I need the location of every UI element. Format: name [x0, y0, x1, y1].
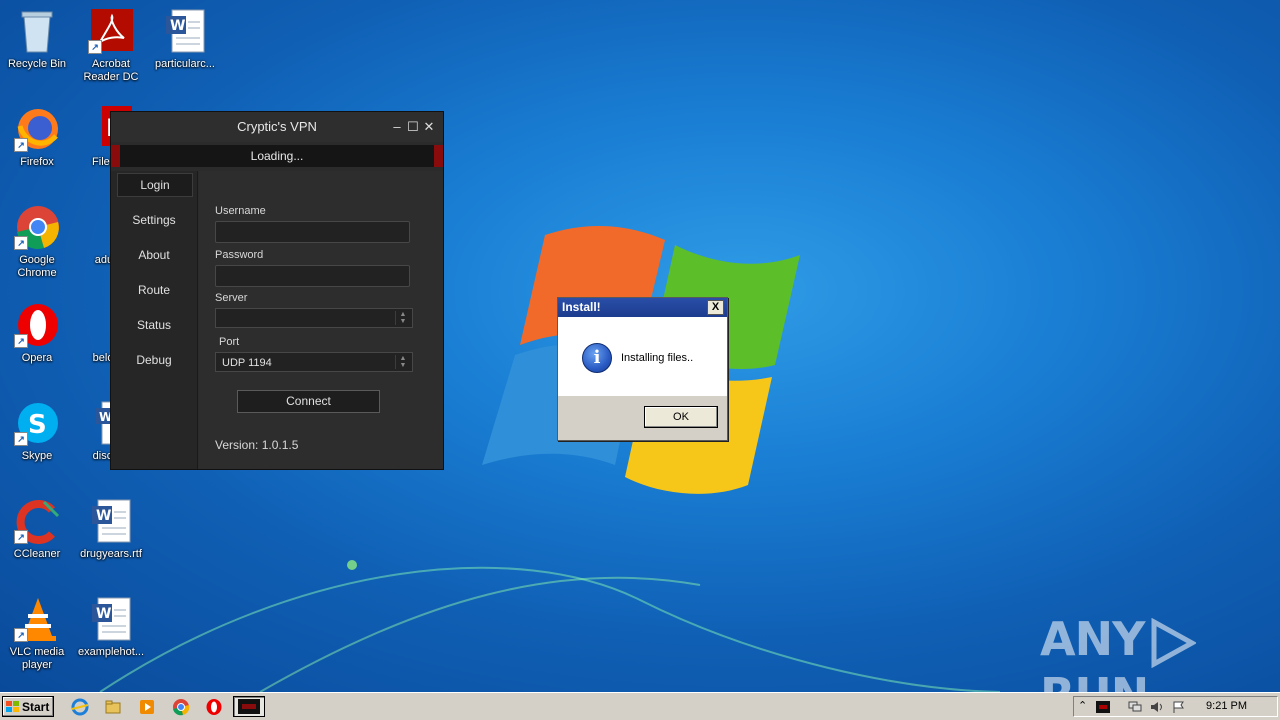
nav-status[interactable]: Status — [117, 314, 191, 336]
minimize-icon[interactable]: – — [389, 112, 405, 142]
system-tray: ⌃ 9:21 PM — [1073, 696, 1278, 717]
dialog-message: Installing files.. — [621, 352, 694, 364]
connect-button[interactable]: Connect — [237, 390, 380, 413]
ccleaner-icon: ↗ — [14, 498, 60, 544]
chrome-taskbar-icon[interactable] — [172, 698, 190, 716]
vpn-sidebar: Login Settings About Route Status Debug — [111, 171, 198, 469]
show-hidden-icons[interactable]: ⌃ — [1078, 699, 1087, 712]
acrobat-icon: ↗ — [88, 8, 134, 54]
desktop-icon-doc-examplehot[interactable]: W examplehot... — [74, 596, 148, 659]
play-logo-icon — [1151, 617, 1197, 668]
vpn-app-icon — [238, 699, 260, 714]
skype-icon: S ↗ — [14, 400, 60, 446]
volume-icon[interactable] — [1150, 701, 1164, 713]
close-icon[interactable]: ✕ — [421, 112, 437, 142]
loading-status: Loading... — [250, 149, 304, 163]
port-select[interactable]: UDP 1194 ▲ ▼ — [215, 352, 413, 372]
desktop-icon-firefox[interactable]: ↗ Firefox — [0, 106, 74, 169]
loading-bar: Loading... — [111, 145, 443, 167]
vpn-login-panel: Username Password Server ▲ ▼ Port UDP 119… — [199, 171, 443, 469]
spinner-icon: ▲ ▼ — [395, 355, 410, 369]
window-controls: – ☐ ✕ — [389, 112, 437, 142]
vpn-window: Cryptic's VPN – ☐ ✕ Loading... Login Setti… — [110, 111, 444, 470]
word-doc-icon: W — [162, 8, 208, 54]
opera-taskbar-icon[interactable] — [205, 698, 223, 716]
start-button[interactable]: Start — [2, 696, 54, 717]
desktop-icon-recycle-bin[interactable]: Recycle Bin — [0, 8, 74, 71]
svg-text:W: W — [96, 508, 111, 524]
server-label: Server — [215, 292, 248, 304]
action-center-flag-icon[interactable] — [1172, 701, 1186, 713]
taskbar-vpn-window[interactable] — [233, 696, 265, 717]
network-icon[interactable] — [1128, 701, 1142, 713]
desktop-icon-chrome[interactable]: ↗ Google Chrome — [0, 204, 74, 280]
vpn-titlebar[interactable]: Cryptic's VPN – ☐ ✕ — [111, 112, 443, 142]
internet-explorer-icon[interactable] — [71, 698, 89, 716]
watermark-left: ANY — [1040, 612, 1145, 666]
svg-text:W: W — [96, 606, 111, 622]
watermark-right: RUN — [1040, 668, 1149, 693]
port-value: UDP 1194 — [222, 357, 272, 369]
info-icon: i — [582, 343, 612, 373]
server-select[interactable]: ▲ ▼ — [215, 308, 413, 328]
dialog-body: i Installing files.. — [558, 318, 727, 396]
vlc-icon: ↗ — [14, 596, 60, 642]
svg-text:S: S — [28, 410, 47, 440]
chrome-icon: ↗ — [14, 204, 60, 250]
start-label: Start — [22, 700, 50, 714]
vpn-window-title: Cryptic's VPN — [237, 119, 317, 134]
nav-login[interactable]: Login — [117, 173, 193, 197]
port-label: Port — [219, 336, 240, 348]
clock[interactable]: 9:21 PM — [1206, 700, 1247, 712]
desktop-icon-ccleaner[interactable]: ↗ CCleaner — [0, 498, 74, 561]
desktop-icon-skype[interactable]: S ↗ Skype — [0, 400, 74, 463]
desktop: Recycle Bin ↗ Acrobat Reader DC W partic… — [0, 0, 1280, 692]
dialog-title: Install! — [562, 300, 601, 314]
username-label: Username — [215, 205, 266, 217]
dialog-close-button[interactable]: X — [707, 300, 724, 315]
svg-text:W: W — [170, 18, 185, 34]
close-icon: X — [711, 301, 720, 313]
desktop-icon-doc-drugyears[interactable]: W drugyears.rtf — [74, 498, 148, 561]
version-label: Version: 1.0.1.5 — [215, 438, 299, 452]
nav-settings[interactable]: Settings — [117, 209, 191, 231]
spinner-icon: ▲ ▼ — [395, 311, 410, 325]
anyrun-watermark: ANYRUN — [1040, 612, 1280, 692]
desktop-icon-doc-particularc[interactable]: W particularc... — [148, 8, 222, 71]
windows-flag-icon — [6, 701, 19, 712]
word-doc-icon: W — [88, 596, 134, 642]
nav-debug[interactable]: Debug — [117, 349, 191, 371]
desktop-icon-acrobat[interactable]: ↗ Acrobat Reader DC — [74, 8, 148, 84]
install-dialog: Install! X i Installing files.. OK — [557, 297, 728, 441]
media-player-icon[interactable] — [138, 698, 156, 716]
firefox-icon: ↗ — [14, 106, 60, 152]
word-doc-icon: W — [88, 498, 134, 544]
ok-button[interactable]: OK — [644, 406, 718, 428]
username-field[interactable] — [215, 221, 410, 243]
taskbar: Start ⌃ 9:21 PM — [0, 692, 1280, 720]
password-label: Password — [215, 249, 264, 261]
nav-route[interactable]: Route — [117, 279, 191, 301]
recycle-bin-icon — [14, 8, 60, 54]
tray-app-icon[interactable] — [1096, 701, 1110, 713]
password-field[interactable] — [215, 265, 410, 287]
nav-about[interactable]: About — [117, 244, 191, 266]
desktop-icon-vlc[interactable]: ↗ VLC media player — [0, 596, 74, 672]
explorer-folder-icon[interactable] — [104, 698, 122, 716]
dialog-footer: OK — [558, 396, 727, 440]
desktop-icon-opera[interactable]: ↗ Opera — [0, 302, 74, 365]
maximize-icon[interactable]: ☐ — [405, 112, 421, 142]
opera-icon: ↗ — [14, 302, 60, 348]
dialog-titlebar[interactable]: Install! X — [558, 298, 727, 317]
